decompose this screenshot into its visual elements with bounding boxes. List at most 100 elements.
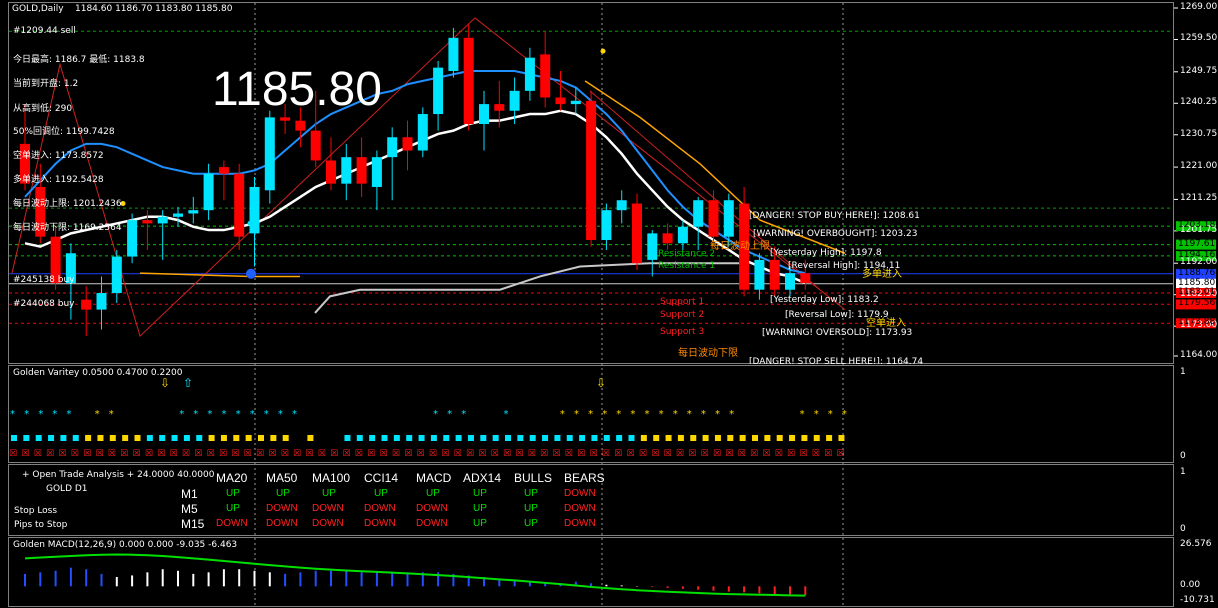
star-icon: * (616, 409, 622, 420)
candle-body (448, 37, 459, 71)
star-icon: * (461, 409, 467, 420)
candle-body (249, 186, 260, 234)
x-mark-icon: ☒ (95, 449, 104, 459)
annotation-warn-oversold: [WARNING! OVERSOLD]: 1173.93 (762, 328, 913, 338)
candle-body (310, 130, 321, 161)
x-mark-icon: ☒ (317, 449, 326, 459)
x-mark-icon: ☒ (787, 449, 796, 459)
star-icon: * (447, 409, 453, 420)
x-mark-icon: ☒ (379, 449, 388, 459)
star-icon: * (644, 409, 650, 420)
candle-body (280, 117, 291, 121)
candle-body (326, 160, 336, 184)
x-mark-icon: ☒ (169, 449, 178, 459)
x-mark-icon: ☒ (305, 449, 314, 459)
status-down: DOWN (364, 503, 396, 514)
macd-tick-label: 26.576 (1180, 539, 1212, 549)
candle-body (662, 233, 673, 244)
analysis-timeframe: M15 (181, 517, 205, 531)
star-icon: * (658, 409, 664, 420)
x-mark-icon: ☒ (774, 449, 783, 459)
annotation-resistance1: Resistance 1 (658, 261, 716, 271)
x-mark-icon: ☒ (614, 449, 623, 459)
info-line: #1209.44 sell (13, 26, 76, 36)
status-up: UP (226, 503, 240, 514)
x-mark-icon: ☒ (750, 449, 759, 459)
candle-body (524, 57, 535, 91)
x-mark-icon: ☒ (256, 449, 265, 459)
candle-body (586, 100, 597, 240)
star-icon: * (588, 409, 594, 420)
info-line: 当前到开盘: 1.2 (13, 79, 79, 89)
candle-body (203, 173, 214, 211)
candle-body (601, 210, 612, 240)
candle-body (555, 97, 566, 105)
candle-body (111, 256, 122, 294)
price-tag-label: 1173.88 (1178, 317, 1216, 328)
candle-body (142, 220, 153, 224)
star-icon: * (841, 409, 847, 420)
star-icon: * (38, 409, 44, 420)
x-mark-icon: ☒ (157, 449, 166, 459)
price-tick-label: 1269.00 (1180, 2, 1218, 12)
star-icon: * (672, 409, 678, 420)
candle-body (295, 120, 306, 131)
stop-loss-label: Stop Loss (14, 506, 58, 516)
status-down: DOWN (564, 503, 596, 514)
star-icon: * (235, 409, 241, 420)
candle-body (570, 100, 581, 105)
candle-body (387, 137, 398, 158)
x-mark-icon: ☒ (799, 449, 808, 459)
x-mark-icon: ☒ (725, 449, 734, 459)
price-tick-label: 1211.25 (1180, 193, 1218, 204)
x-mark-icon: ☒ (46, 449, 55, 459)
analysis-column-header: MACD (416, 471, 452, 485)
x-mark-icon: ☒ (107, 449, 116, 459)
analysis-column-header: MA50 (266, 471, 298, 485)
status-up: UP (473, 518, 487, 529)
x-mark-icon: ☒ (626, 449, 635, 459)
x-mark-icon: ☒ (490, 449, 499, 459)
annotation-support1: Support 1 (660, 297, 705, 307)
star-icon: * (108, 409, 114, 420)
analysis-column-header: BEARS (564, 471, 605, 485)
x-mark-icon: ☒ (243, 449, 252, 459)
x-mark-icon: ☒ (58, 449, 67, 459)
status-down: DOWN (266, 503, 298, 514)
status-down: DOWN (312, 518, 344, 529)
candle-body (463, 37, 474, 125)
candle-body (800, 273, 811, 284)
candle-body (264, 117, 275, 191)
x-mark-icon: ☒ (181, 449, 190, 459)
status-up: UP (524, 488, 538, 499)
x-mark-icon: ☒ (206, 449, 215, 459)
star-icon: * (292, 409, 297, 420)
status-up: UP (276, 488, 290, 499)
x-mark-icon: ☒ (428, 449, 437, 459)
info-line: #244068 buy (13, 299, 75, 309)
x-mark-icon: ☒ (601, 449, 610, 459)
star-icon: * (263, 409, 269, 420)
annotation-support3: Support 3 (660, 327, 705, 337)
analysis-timeframe: M1 (181, 487, 198, 501)
candle-body (494, 104, 505, 111)
arrow-down-icon: ⇩ (596, 376, 607, 390)
status-up: UP (374, 488, 388, 499)
chart-header-ohlc: 1184.60 1186.70 1183.80 1185.80 (75, 4, 233, 14)
annotation-yesterday-low: [Yesterday Low]: 1183.2 (770, 295, 879, 305)
status-down: DOWN (416, 503, 448, 514)
x-mark-icon: ☒ (416, 449, 425, 459)
signal-dot (600, 48, 606, 54)
x-mark-icon: ☒ (688, 449, 697, 459)
star-icon: * (559, 409, 565, 420)
ma-blue-line (24, 69, 806, 275)
x-mark-icon: ☒ (675, 449, 684, 459)
price-tick-label: 1230.75 (1180, 128, 1218, 139)
candle-body (188, 210, 199, 214)
star-icon: * (729, 409, 735, 420)
status-down: DOWN (266, 518, 298, 529)
candle-body (769, 259, 780, 290)
analysis-column-header: MA20 (216, 471, 248, 485)
status-up: UP (322, 488, 336, 499)
candle-body (785, 273, 795, 290)
